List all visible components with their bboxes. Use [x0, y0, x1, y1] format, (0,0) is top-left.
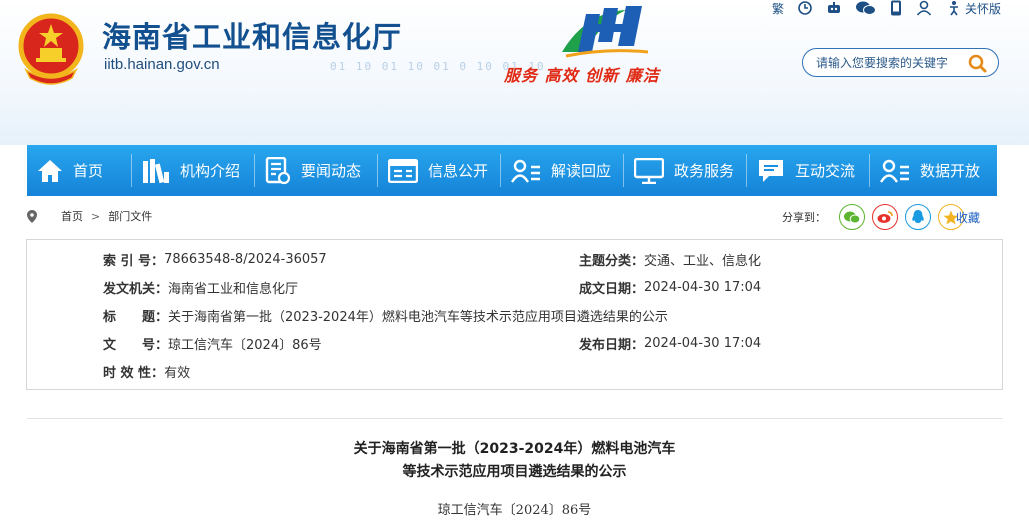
meta-published-date: 发布日期： 2024-04-30 17:04: [579, 333, 761, 353]
article-title-line1: 关于海南省第一批（2023-2024年）燃料电池汽车: [353, 441, 676, 457]
share-qq-icon[interactable]: [905, 204, 931, 230]
nav-label: 数据开放: [920, 162, 981, 180]
nav-item-home[interactable]: 首页: [27, 145, 131, 196]
robot-icon[interactable]: [826, 1, 842, 15]
nav-item-government-services[interactable]: 政务服务: [624, 145, 746, 196]
meta-doc-no: 文 号： 琼工信汽车〔2024〕86号: [103, 333, 322, 353]
meta-validity: 时 效 性： 有效: [103, 361, 190, 381]
share-label: 分享到：: [782, 211, 826, 224]
breadcrumb-home-link[interactable]: 首页: [61, 208, 83, 224]
meta-value: 海南省工业和信息化厅: [168, 281, 299, 297]
clock-icon[interactable]: [798, 1, 812, 15]
article-doc-number: 琼工信汽车〔2024〕86号: [437, 503, 592, 518]
meta-value: 有效: [164, 365, 191, 381]
site-header: 01 10 01 10 01 0 10 01 10 海南省工业和信息化厅 iit…: [0, 0, 1029, 145]
monitor-icon: [634, 157, 664, 184]
meta-label: 主题分类：: [579, 253, 645, 269]
news-doc-icon: [265, 156, 291, 185]
meta-created-date: 成文日期： 2024-04-30 17:04: [579, 277, 761, 297]
meta-label: 时 效 性：: [103, 365, 165, 381]
nav-label: 政务服务: [674, 162, 735, 180]
meta-label: 文 号：: [103, 337, 169, 353]
nav-label: 机构介绍: [180, 162, 241, 180]
meta-index-no: 索 引 号： 78663548-8/2024-36057: [103, 249, 327, 269]
chat-icon: [757, 158, 785, 184]
books-icon: [142, 158, 170, 184]
meta-topic: 主题分类： 交通、工业、信息化: [579, 249, 761, 269]
meta-value: 2024-04-30 17:04: [644, 279, 762, 295]
accessibility-icon: [949, 1, 958, 16]
meta-label: 索 引 号：: [103, 253, 165, 269]
mobile-icon[interactable]: [890, 0, 902, 16]
location-pin-icon: [27, 209, 37, 223]
nav-item-organization[interactable]: 机构介绍: [132, 145, 254, 196]
nav-item-interaction[interactable]: 互动交流: [747, 145, 869, 196]
national-emblem-icon: [18, 13, 84, 85]
favorite-link[interactable]: 收藏: [956, 209, 980, 226]
search-input[interactable]: 请输入您要搜索的关键字: [802, 48, 999, 77]
site-domain: iitb.hainan.gov.cn: [104, 56, 220, 73]
breadcrumb-current[interactable]: 部门文件: [108, 208, 152, 224]
iitb-logo-icon: [562, 6, 649, 58]
nav-label: 首页: [73, 162, 104, 180]
nav-item-interpretation[interactable]: 解读回应: [501, 145, 623, 196]
meta-value: 交通、工业、信息化: [644, 253, 762, 269]
breadcrumb: 首页 > 部门文件: [27, 205, 152, 227]
traditional-chinese-link[interactable]: 繁: [772, 0, 784, 17]
search-placeholder: 请输入您要搜索的关键字: [816, 56, 949, 70]
elderly-mode-link[interactable]: 关怀版: [946, 0, 1001, 17]
search-icon[interactable]: [968, 54, 987, 73]
user-icon[interactable]: [916, 0, 932, 16]
document-metadata: 索 引 号： 78663548-8/2024-36057 主题分类： 交通、工业…: [26, 239, 1003, 390]
article-title-line2: 等技术示范应用项目遴选结果的公示: [402, 464, 627, 480]
nav-item-info-disclosure[interactable]: 信息公开: [378, 145, 500, 196]
site-title[interactable]: 海南省工业和信息化厅: [102, 14, 402, 56]
top-links: 繁 关怀版: [772, 0, 1001, 16]
meta-title: 标 题： 关于海南省第一批（2023-2024年）燃料电池汽车等技术示范应用项目…: [103, 305, 668, 325]
share-wechat-icon[interactable]: [839, 204, 865, 230]
meta-value: 关于海南省第一批（2023-2024年）燃料电池汽车等技术示范应用项目遴选结果的…: [168, 309, 668, 325]
meta-label: 发文机关：: [103, 281, 169, 297]
info-icon: [388, 158, 418, 183]
meta-label: 成文日期：: [579, 281, 645, 297]
slogan: 服务 高效 创新 廉洁: [504, 66, 660, 85]
share-weibo-icon[interactable]: [872, 204, 898, 230]
meta-issuer: 发文机关： 海南省工业和信息化厅: [103, 277, 298, 297]
home-icon: [37, 159, 63, 183]
user-data-icon: [880, 159, 910, 183]
breadcrumb-separator: >: [91, 209, 101, 223]
meta-label: 标 题：: [103, 309, 169, 325]
nav-label: 互动交流: [795, 162, 856, 180]
nav-item-news[interactable]: 要闻动态: [255, 145, 377, 196]
meta-value: 78663548-8/2024-36057: [164, 251, 327, 267]
nav-label: 要闻动态: [301, 162, 362, 180]
main-nav: 首页 机构介绍 要闻动态 信息公开 解读回应 政务服务 互动交流 数据开放: [27, 145, 997, 196]
nav-label: 信息公开: [428, 162, 489, 180]
share-bar: 分享到： 收藏: [782, 204, 980, 230]
meta-value: 琼工信汽车〔2024〕86号: [168, 337, 322, 353]
meta-value: 2024-04-30 17:04: [644, 335, 762, 351]
nav-item-open-data[interactable]: 数据开放: [870, 145, 995, 196]
elderly-mode-label: 关怀版: [964, 1, 1001, 16]
wechat-icon[interactable]: [855, 1, 876, 15]
nav-label: 解读回应: [551, 162, 612, 180]
user-list-icon: [511, 159, 541, 183]
meta-label: 发布日期：: [579, 337, 645, 353]
divider: [27, 418, 1003, 419]
